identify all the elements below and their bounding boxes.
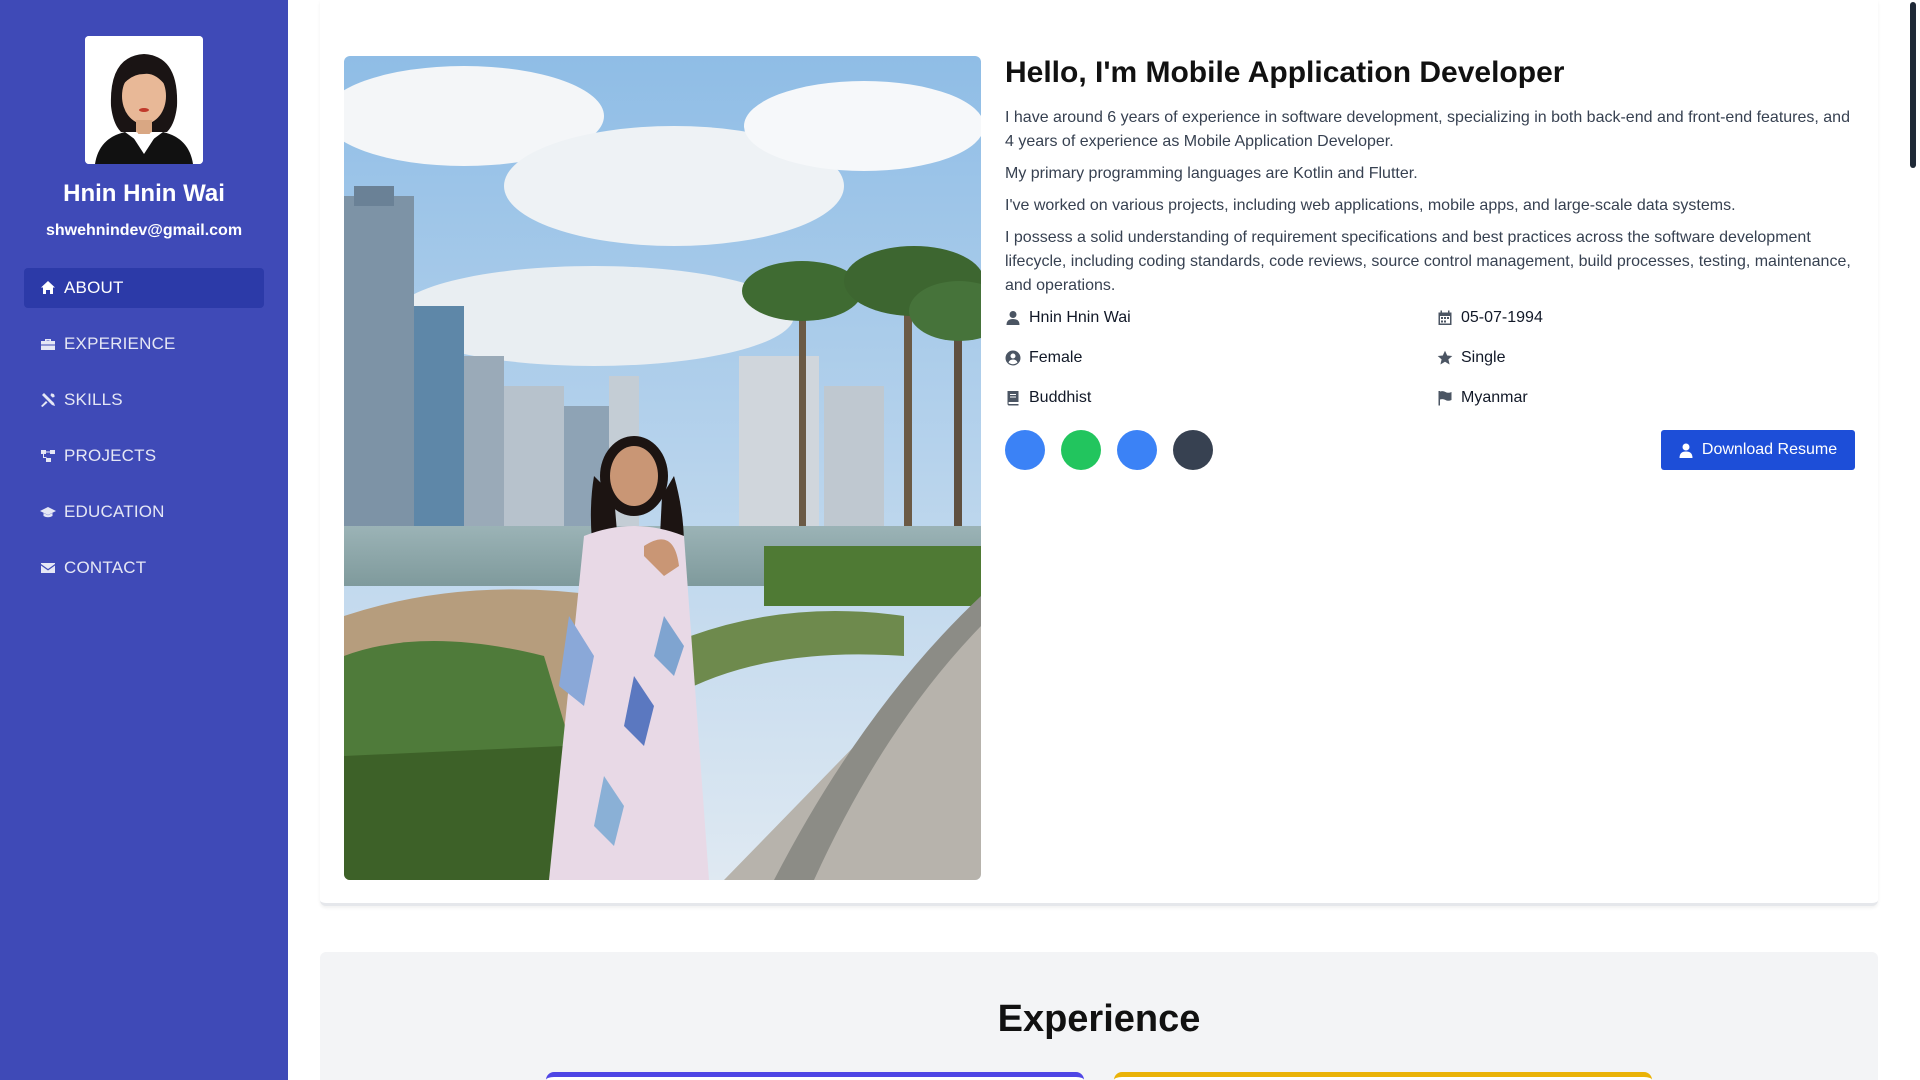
sidebar-item-label: EDUCATION bbox=[64, 502, 165, 521]
experience-title: Experience bbox=[997, 998, 1201, 1040]
page-title: Hello, I'm Mobile Application Developer bbox=[1005, 56, 1565, 89]
flag-icon bbox=[1437, 390, 1453, 406]
fact-nationality: Myanmar bbox=[1437, 386, 1855, 410]
fact-religion: Buddhist bbox=[1005, 386, 1437, 410]
park-portrait-image bbox=[344, 56, 981, 880]
fact-value: Hnin Hnin Wai bbox=[1029, 309, 1131, 326]
home-icon bbox=[40, 280, 56, 296]
download-resume-button[interactable]: Download Resume bbox=[1661, 430, 1855, 470]
sidebar-item-label: CONTACT bbox=[64, 558, 147, 577]
linkedin-icon[interactable] bbox=[1117, 430, 1157, 470]
star-icon bbox=[1437, 350, 1453, 366]
profile-name: Hnin Hnin Wai bbox=[63, 180, 225, 207]
profile-photo bbox=[344, 56, 981, 880]
user-icon bbox=[1679, 443, 1693, 458]
sidebar-item-education[interactable]: EDUCATION bbox=[24, 492, 264, 532]
github-icon[interactable] bbox=[1173, 430, 1213, 470]
about-actions: Download Resume bbox=[1005, 430, 1855, 470]
user-circle-icon bbox=[1005, 350, 1021, 366]
user-icon bbox=[1005, 310, 1021, 326]
tools-icon bbox=[40, 392, 56, 408]
sidebar-item-label: PROJECTS bbox=[64, 446, 157, 465]
sidebar-item-experience[interactable]: EXPERIENCE bbox=[24, 324, 264, 364]
experience-card[interactable] bbox=[546, 1072, 1084, 1080]
experience-card[interactable] bbox=[1114, 1072, 1652, 1080]
fact-marital: Single bbox=[1437, 346, 1855, 370]
profile-email: shwehnindev@gmail.com bbox=[45, 222, 243, 239]
about-content: Hello, I'm Mobile Application Developer … bbox=[1005, 56, 1855, 470]
fact-value: 05-07-1994 bbox=[1461, 309, 1543, 326]
book-icon bbox=[1005, 390, 1021, 406]
fact-name: Hnin Hnin Wai bbox=[1005, 306, 1437, 330]
bio-paragraph: I possess a solid understanding of requi… bbox=[1005, 229, 1851, 294]
bio-paragraph: I have around 6 years of experience in s… bbox=[1005, 109, 1850, 150]
page-scrollbar[interactable] bbox=[1906, 0, 1920, 1080]
fact-value: Female bbox=[1029, 349, 1083, 366]
bio-paragraph: My primary programming languages are Kot… bbox=[1005, 165, 1418, 182]
fact-gender: Female bbox=[1005, 346, 1437, 370]
fact-dob: 05-07-1994 bbox=[1437, 306, 1855, 330]
briefcase-icon bbox=[40, 336, 56, 352]
personal-facts: Hnin Hnin Wai 05-07-1994 Female Single B… bbox=[1005, 306, 1855, 410]
avatar-portrait-image bbox=[85, 36, 203, 164]
download-resume-label: Download Resume bbox=[1701, 441, 1838, 458]
sidebar-item-label: SKILLS bbox=[64, 390, 123, 409]
sidebar-item-skills[interactable]: SKILLS bbox=[24, 380, 264, 420]
fact-value: Myanmar bbox=[1461, 389, 1528, 406]
diagram-icon bbox=[40, 448, 56, 464]
fact-value: Buddhist bbox=[1029, 389, 1092, 406]
whatsapp-icon[interactable] bbox=[1061, 430, 1101, 470]
envelope-icon bbox=[40, 560, 56, 576]
sidebar-item-projects[interactable]: PROJECTS bbox=[24, 436, 264, 476]
scrollbar-thumb[interactable] bbox=[1910, 2, 1916, 168]
experience-section: Experience bbox=[320, 952, 1878, 1080]
sidebar-item-label: EXPERIENCE bbox=[64, 334, 176, 353]
facebook-icon[interactable] bbox=[1005, 430, 1045, 470]
bio: I have around 6 years of experience in s… bbox=[1005, 106, 1855, 298]
sidebar-item-about[interactable]: ABOUT bbox=[24, 268, 264, 308]
sidebar-item-label: ABOUT bbox=[64, 278, 124, 297]
calendar-icon bbox=[1437, 310, 1453, 326]
fact-value: Single bbox=[1461, 349, 1506, 366]
sidebar-item-contact[interactable]: CONTACT bbox=[24, 548, 264, 588]
sidebar-nav: ABOUT EXPERIENCE SKILLS PROJECTS EDUCATI… bbox=[24, 268, 264, 604]
graduation-cap-icon bbox=[40, 504, 56, 520]
sidebar: Hnin Hnin Wai shwehnindev@gmail.com ABOU… bbox=[0, 0, 288, 1080]
profile-avatar bbox=[85, 36, 203, 164]
bio-paragraph: I've worked on various projects, includi… bbox=[1005, 197, 1736, 214]
